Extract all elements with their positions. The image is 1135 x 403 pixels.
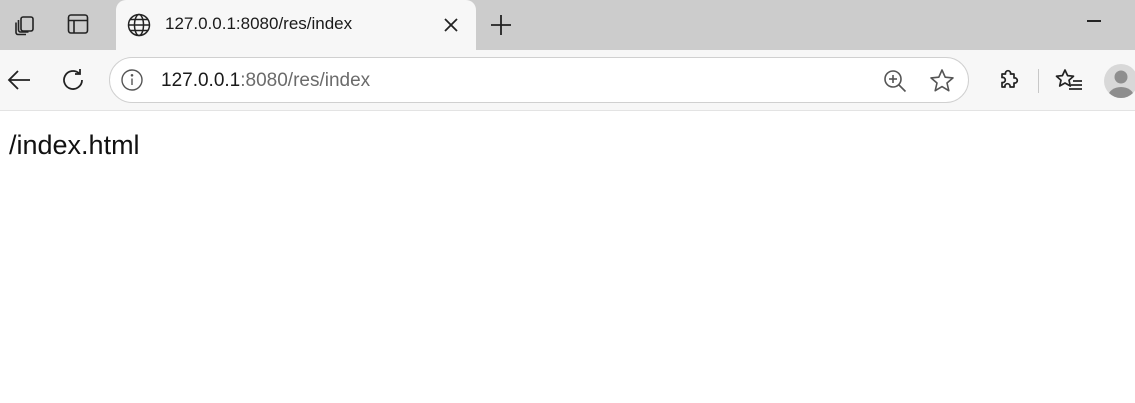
minimize-icon [1085,10,1103,28]
address-bar[interactable]: 127.0.0.1:8080/res/index [109,57,969,103]
close-tab-button[interactable] [438,12,464,38]
page-body-text: /index.html [9,130,140,160]
workspaces-button[interactable] [7,7,43,41]
active-tab[interactable]: 127.0.0.1:8080/res/index [116,0,476,50]
star-icon [928,67,956,95]
zoom-in-icon [882,68,908,94]
tab-strip: 127.0.0.1:8080/res/index [0,0,1135,50]
refresh-icon [59,66,87,94]
back-arrow-icon [5,66,33,94]
refresh-button[interactable] [55,62,91,98]
zoom-button[interactable] [879,65,911,97]
avatar-icon [1104,64,1135,98]
back-button[interactable] [1,62,37,98]
site-info-button[interactable] [119,67,145,93]
tab-title: 127.0.0.1:8080/res/index [165,14,353,33]
workspaces-icon [12,11,38,37]
url-text[interactable]: 127.0.0.1:8080/res/index [161,71,370,91]
toolbar-divider [1038,69,1039,93]
minimize-button[interactable] [1076,4,1112,34]
plus-icon [489,13,513,37]
puzzle-icon [994,66,1022,94]
add-favorite-button[interactable] [926,65,958,97]
info-icon [120,68,144,92]
tab-actions-button[interactable] [60,7,96,41]
favorites-list-icon [1054,66,1084,94]
favorites-button[interactable] [1051,62,1087,98]
page-content: /index.html [0,111,1135,403]
profile-button[interactable] [1104,64,1135,98]
url-host: 127.0.0.1 [161,70,241,91]
browser-toolbar: 127.0.0.1:8080/res/index [0,50,1135,111]
url-path: :8080/res/index [240,70,371,91]
extensions-button[interactable] [990,62,1026,98]
tab-actions-icon [65,11,91,37]
new-tab-button[interactable] [484,8,518,42]
globe-icon [126,12,152,38]
close-icon [442,16,460,34]
